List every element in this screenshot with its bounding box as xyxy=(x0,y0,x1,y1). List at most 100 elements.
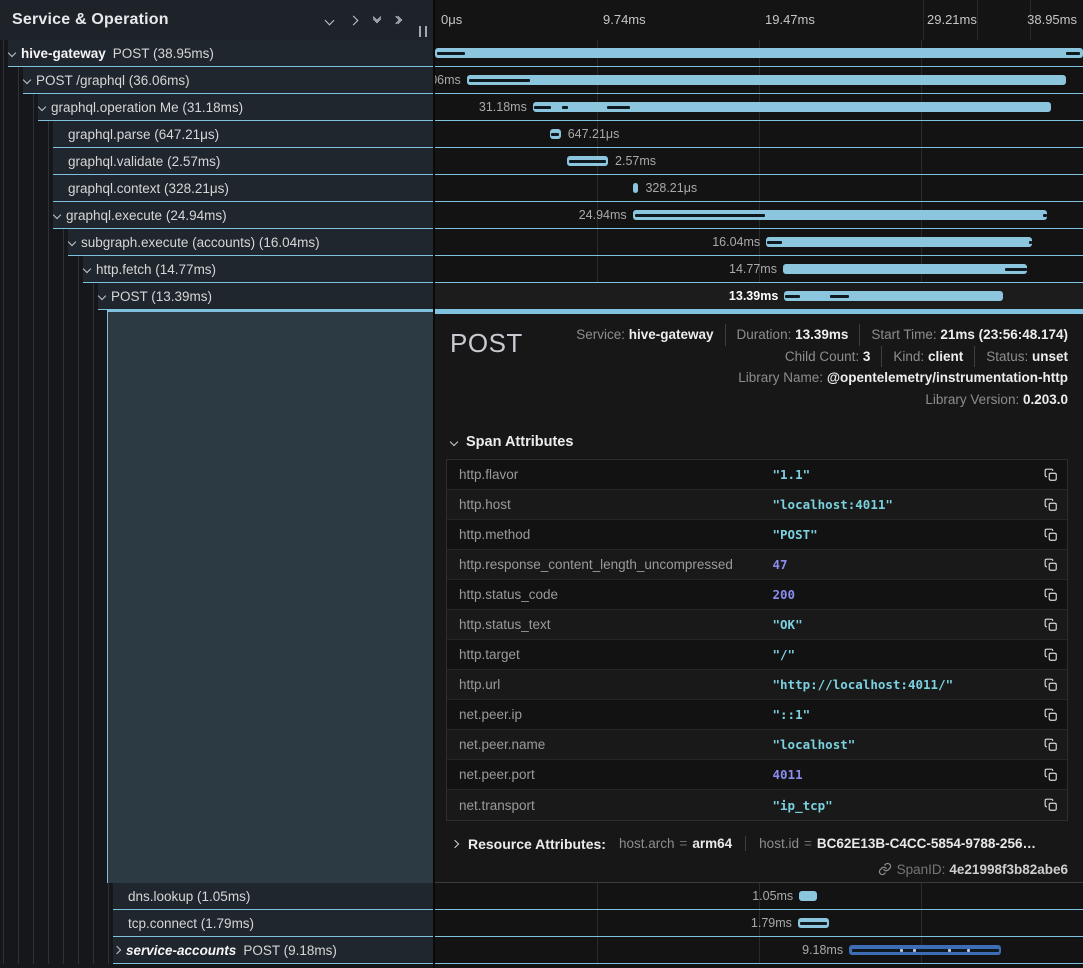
chevron-down-icon[interactable] xyxy=(98,292,106,300)
copy-icon[interactable] xyxy=(1044,618,1058,632)
span-attributes-header[interactable]: Span Attributes xyxy=(451,434,1068,450)
span-meta-item: Duration: 13.39ms xyxy=(725,324,849,346)
operation-name: graphql.context (328.21μs) xyxy=(68,181,229,196)
span-row-name-cell[interactable]: graphql.context (328.21μs) xyxy=(0,175,435,202)
span-row[interactable]: POST /graphql (36.06ms)36.06ms xyxy=(0,67,1083,94)
attribute-key: http.status_text xyxy=(447,617,773,632)
chevron-down-icon[interactable] xyxy=(23,76,31,84)
chevron-right-icon[interactable] xyxy=(113,946,121,954)
tree-guide-lines xyxy=(0,148,53,175)
span-bar[interactable] xyxy=(784,291,1003,301)
span-child-segment xyxy=(562,106,568,109)
copy-icon[interactable] xyxy=(1044,528,1058,542)
copy-icon[interactable] xyxy=(1044,768,1058,782)
collapse-one-icon[interactable] xyxy=(326,17,333,24)
span-row-timeline-cell[interactable]: 328.21μs xyxy=(435,175,1083,202)
span-row-timeline-cell[interactable]: 16.04ms xyxy=(435,229,1083,256)
tree-guide-lines xyxy=(0,883,113,910)
span-row-timeline-cell[interactable]: 38.95ms xyxy=(435,40,1083,67)
span-row-timeline-cell[interactable]: 1.79ms xyxy=(435,910,1083,937)
attribute-value: "localhost" xyxy=(773,737,1037,752)
span-rows-bottom: dns.lookup (1.05ms)1.05mstcp.connect (1.… xyxy=(0,883,1083,964)
span-row-name-cell[interactable]: service-accountsPOST (9.18ms) xyxy=(0,937,435,964)
span-row-name-cell[interactable]: hive-gatewayPOST (38.95ms) xyxy=(0,40,435,67)
span-row[interactable]: service-accountsPOST (9.18ms)9.18ms xyxy=(0,937,1083,964)
span-row-timeline-cell[interactable]: 13.39ms xyxy=(435,283,1083,310)
span-tick-dot xyxy=(913,949,916,952)
span-bar[interactable] xyxy=(435,48,1083,58)
span-row[interactable]: hive-gatewayPOST (38.95ms)38.95ms xyxy=(0,40,1083,67)
span-duration-label: 1.05ms xyxy=(752,883,793,909)
expand-one-icon[interactable] xyxy=(350,17,357,24)
span-child-segment xyxy=(830,295,849,298)
span-row[interactable]: dns.lookup (1.05ms) 1.05ms xyxy=(0,883,1083,910)
span-row-name-cell[interactable]: POST (13.39ms) xyxy=(0,283,435,310)
span-row[interactable]: graphql.parse (647.21μs)647.21μs xyxy=(0,121,1083,148)
copy-icon[interactable] xyxy=(1044,588,1058,602)
attribute-value: "/" xyxy=(773,647,1037,662)
span-row-timeline-cell[interactable]: 647.21μs xyxy=(435,121,1083,148)
attribute-key: net.peer.ip xyxy=(447,707,773,722)
copy-icon[interactable] xyxy=(1044,468,1058,482)
span-bar[interactable] xyxy=(783,264,1027,274)
copy-icon[interactable] xyxy=(1044,498,1058,512)
span-bar[interactable] xyxy=(467,75,1066,85)
span-row-timeline-cell[interactable]: 1.05ms xyxy=(435,883,1083,910)
column-resizer-handle[interactable] xyxy=(419,26,427,37)
copy-icon[interactable] xyxy=(1044,738,1058,752)
span-row-timeline-cell[interactable]: 14.77ms xyxy=(435,256,1083,283)
copy-icon[interactable] xyxy=(1044,708,1058,722)
chevron-down-icon[interactable] xyxy=(8,49,16,57)
timeline-ruler: 0μs9.74ms19.47ms29.21ms38.95ms xyxy=(435,0,1083,40)
span-row-timeline-cell[interactable]: 9.18ms xyxy=(435,937,1083,964)
chevron-down-icon[interactable] xyxy=(83,265,91,273)
span-row-timeline-cell[interactable]: 36.06ms xyxy=(435,67,1083,94)
span-row-name-cell[interactable]: POST /graphql (36.06ms) xyxy=(0,67,435,94)
span-row-timeline-cell[interactable]: 31.18ms xyxy=(435,94,1083,121)
copy-icon[interactable] xyxy=(1044,648,1058,662)
meta-value: 3 xyxy=(863,349,871,364)
timeline-tick-label: 29.21ms xyxy=(927,0,977,40)
attribute-value: 200 xyxy=(773,587,1037,602)
span-row-name-cell[interactable]: subgraph.execute (accounts) (16.04ms) xyxy=(0,229,435,256)
span-row[interactable]: subgraph.execute (accounts) (16.04ms)16.… xyxy=(0,229,1083,256)
span-row-name-cell[interactable]: graphql.execute (24.94ms) xyxy=(0,202,435,229)
attribute-row: net.transport"ip_tcp" xyxy=(447,790,1067,820)
copy-icon[interactable] xyxy=(1044,678,1058,692)
span-row-name-cell[interactable]: dns.lookup (1.05ms) xyxy=(0,883,435,910)
span-row-name-cell[interactable]: graphql.parse (647.21μs) xyxy=(0,121,435,148)
span-child-segment xyxy=(1005,268,1027,271)
span-row-name-cell[interactable]: graphql.operation Me (31.18ms) xyxy=(0,94,435,121)
span-bar[interactable] xyxy=(799,891,817,901)
span-tick-dot xyxy=(948,949,951,952)
link-icon[interactable] xyxy=(878,862,892,876)
attribute-key: net.peer.name xyxy=(447,737,773,752)
span-child-segment xyxy=(569,160,606,163)
span-row[interactable]: graphql.execute (24.94ms)24.94ms xyxy=(0,202,1083,229)
span-row[interactable]: graphql.context (328.21μs) 328.21μs xyxy=(0,175,1083,202)
span-row-name-cell[interactable]: http.fetch (14.77ms) xyxy=(0,256,435,283)
attribute-key: net.transport xyxy=(447,798,773,813)
span-row-timeline-cell[interactable]: 2.57ms xyxy=(435,148,1083,175)
tree-guide-lines xyxy=(0,256,83,283)
span-row[interactable]: http.fetch (14.77ms)14.77ms xyxy=(0,256,1083,283)
span-row-name-cell[interactable]: tcp.connect (1.79ms) xyxy=(0,910,435,937)
span-bar[interactable] xyxy=(633,183,639,193)
copy-icon[interactable] xyxy=(1044,798,1058,812)
copy-icon[interactable] xyxy=(1044,558,1058,572)
resource-attributes-row[interactable]: Resource Attributes: host.arch=arm64host… xyxy=(450,835,1068,853)
span-row-timeline-cell[interactable]: 24.94ms xyxy=(435,202,1083,229)
chevron-down-icon[interactable] xyxy=(68,238,76,246)
chevron-down-icon[interactable] xyxy=(38,103,46,111)
span-duration-label: 2.57ms xyxy=(615,148,656,174)
operation-name: dns.lookup (1.05ms) xyxy=(128,889,250,904)
expand-all-icon[interactable] xyxy=(397,17,401,23)
span-row[interactable]: graphql.validate (2.57ms) 2.57ms xyxy=(0,148,1083,175)
span-row[interactable]: graphql.operation Me (31.18ms)31.18ms xyxy=(0,94,1083,121)
collapse-all-icon[interactable] xyxy=(374,18,380,22)
span-row[interactable]: tcp.connect (1.79ms)1.79ms xyxy=(0,910,1083,937)
span-bar[interactable] xyxy=(766,237,1032,247)
span-row-name-cell[interactable]: graphql.validate (2.57ms) xyxy=(0,148,435,175)
chevron-down-icon[interactable] xyxy=(53,211,61,219)
span-row[interactable]: POST (13.39ms)13.39ms xyxy=(0,283,1083,310)
